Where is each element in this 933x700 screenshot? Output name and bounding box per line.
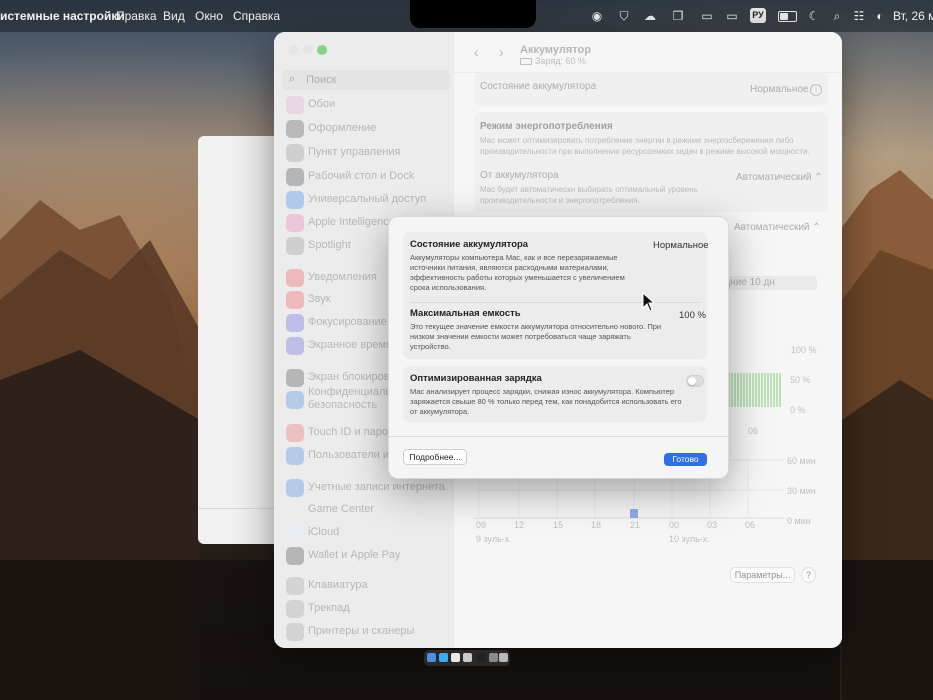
safari-icon[interactable] [439, 653, 448, 662]
dialog-optimized-title: Оптимизированная зарядка [410, 373, 542, 384]
divider [410, 302, 700, 303]
status-app-icon[interactable]: ◉ [590, 9, 604, 23]
search-icon[interactable]: ⌕ [830, 9, 844, 23]
siri-icon[interactable]: ◐ [873, 9, 887, 23]
done-button[interactable]: Готово [664, 453, 707, 466]
dialog-capacity-title: Максимальная емкость [410, 308, 521, 319]
battery-health-dialog: Состояние аккумулятора Нормальное Аккуму… [388, 216, 729, 479]
dialog-health-value: Нормальное [653, 240, 709, 251]
more-info-button[interactable]: Подробнее... [403, 449, 467, 465]
dialog-capacity-desc: Это текущее значение емкости аккумулятор… [410, 322, 662, 351]
finder-icon[interactable] [427, 653, 436, 662]
menu-bar: истемные настройки Правка Вид Окно Справ… [0, 0, 933, 32]
menu-edit[interactable]: Правка [116, 9, 157, 23]
settings-dock-icon[interactable] [489, 653, 498, 662]
menu-view[interactable]: Вид [163, 9, 185, 23]
sidebar-toggle-icon[interactable]: ▭ [700, 9, 714, 23]
keyboard-layout-indicator[interactable]: РУ [750, 8, 766, 23]
battery-icon[interactable] [778, 11, 797, 22]
shield-icon[interactable]: ⛉ [617, 9, 631, 23]
window-stack-icon[interactable]: ❐ [671, 9, 685, 23]
dialog-divider [389, 436, 728, 437]
optimized-charging-group: Оптимизированная зарядка Mac анализирует… [403, 366, 707, 422]
menu-window[interactable]: Окно [195, 9, 223, 23]
menubar-clock[interactable]: Вт, 26 м [893, 9, 933, 23]
app-menu[interactable]: истемные настройки [0, 9, 125, 23]
calendar-icon[interactable] [463, 653, 472, 662]
cloud-icon[interactable]: ☁ [643, 9, 657, 23]
health-capacity-group: Состояние аккумулятора Нормальное Аккуму… [403, 232, 709, 359]
chrome-icon[interactable] [451, 653, 460, 662]
moon-icon[interactable]: ☾ [807, 9, 821, 23]
dialog-health-title: Состояние аккумулятора [410, 239, 529, 250]
control-center-icon[interactable]: ☷ [852, 9, 866, 23]
terminal-icon[interactable] [477, 653, 486, 662]
menu-help[interactable]: Справка [233, 9, 280, 23]
dock [424, 650, 510, 666]
dialog-capacity-value: 100 % [679, 310, 706, 321]
camera-notch [410, 0, 536, 28]
trash-icon[interactable] [499, 653, 508, 662]
dialog-optimized-desc: Mac анализирует процесс зарядки, снижая … [410, 387, 682, 416]
display-icon[interactable]: ▭ [725, 9, 739, 23]
optimized-charging-toggle[interactable] [686, 375, 704, 387]
dialog-health-desc: Аккумуляторы компьютера Mac, как и все п… [410, 253, 625, 292]
mouse-pointer-icon [642, 292, 656, 312]
